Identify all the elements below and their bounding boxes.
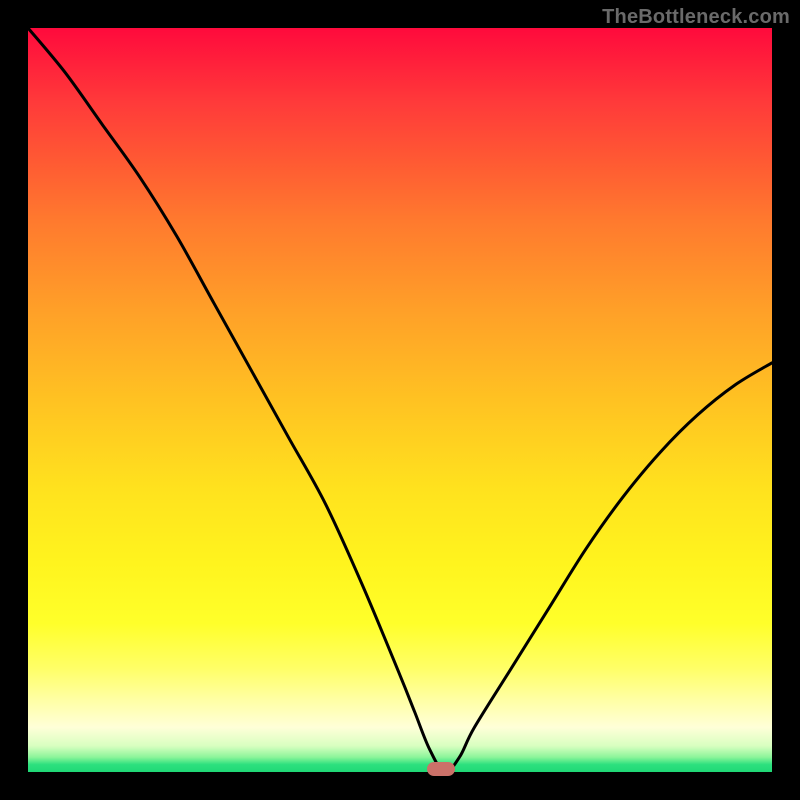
plot-area <box>28 28 772 772</box>
watermark-text: TheBottleneck.com <box>602 6 790 29</box>
bottleneck-curve <box>28 28 772 772</box>
chart-container: TheBottleneck.com <box>0 0 800 800</box>
optimal-point-marker <box>427 762 455 776</box>
